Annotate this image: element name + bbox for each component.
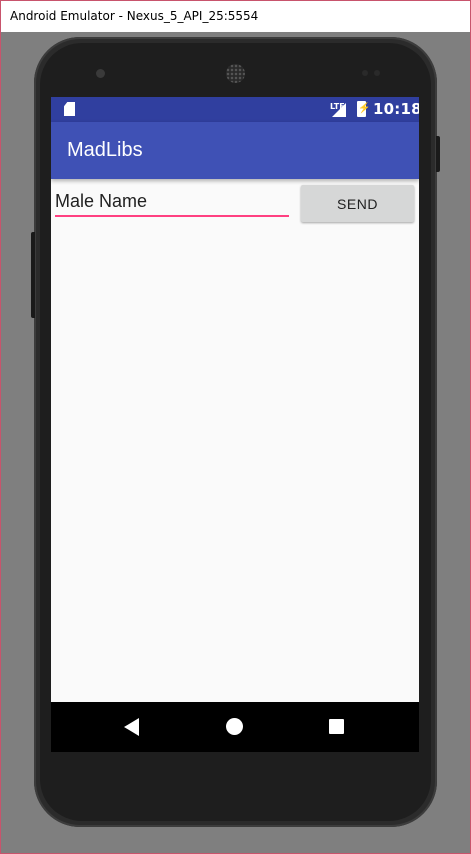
status-bar: LTE ⚡ 10:18 (51, 97, 419, 122)
earpiece-speaker-icon (226, 64, 245, 83)
window-title: Android Emulator - Nexus_5_API_25:5554 (1, 1, 470, 32)
navigation-bar (51, 702, 419, 752)
app-title: MadLibs (67, 139, 143, 161)
network-type-label: LTE (330, 102, 345, 111)
app-toolbar: MadLibs (51, 122, 419, 179)
male-name-input[interactable] (55, 189, 289, 217)
home-icon[interactable] (226, 718, 243, 735)
power-button[interactable] (436, 136, 440, 172)
device-screen: LTE ⚡ 10:18 MadLibs SEND (51, 97, 419, 752)
front-camera-icon (96, 69, 105, 78)
light-sensor-icon (374, 70, 380, 76)
battery-charging-icon: ⚡ (357, 101, 370, 117)
volume-button[interactable] (31, 232, 35, 318)
proximity-sensor-icon (362, 70, 368, 76)
send-button[interactable]: SEND (301, 185, 414, 222)
back-icon[interactable] (124, 718, 139, 736)
status-clock: 10:18 (373, 100, 419, 118)
recents-icon[interactable] (329, 719, 344, 734)
sd-card-icon (64, 102, 75, 116)
